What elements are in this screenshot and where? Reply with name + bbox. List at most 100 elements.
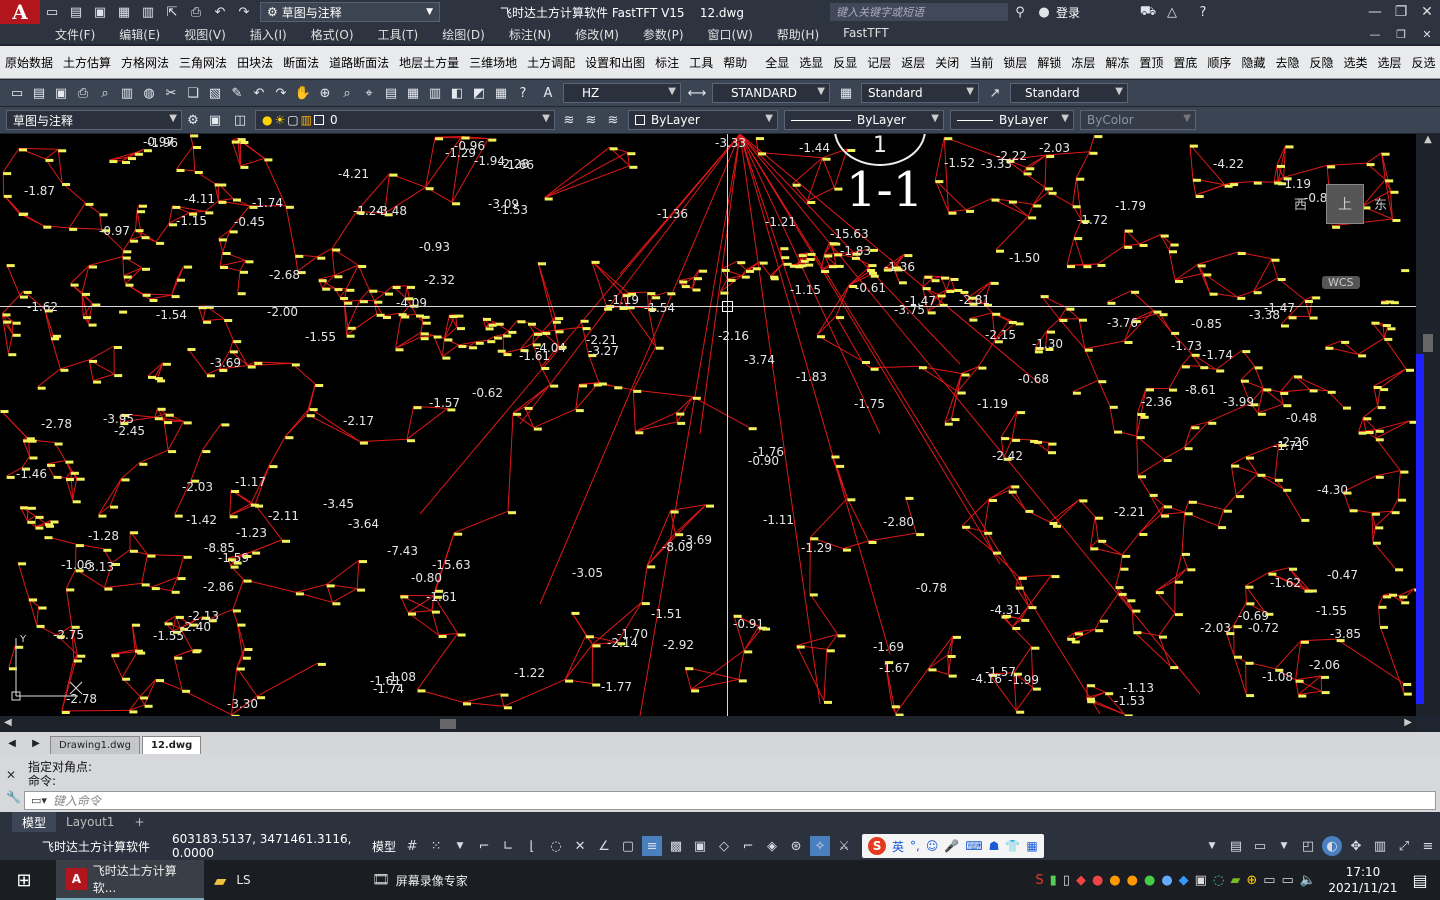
fasttft-command-4[interactable]: 田块法 [232,54,278,71]
snap-icon[interactable]: ⁙ [426,836,446,856]
text-style-combo[interactable]: HZ ▼ [563,83,681,103]
menu-item-7[interactable]: 标注(N) [497,26,563,43]
layout-tab-0[interactable]: 模型 [12,812,57,832]
layer-command-8[interactable]: 解锁 [1032,54,1066,71]
layer-command-16[interactable]: 反隐 [1304,54,1338,71]
toolbox-icon[interactable]: ▦ [1026,839,1037,853]
taskbar-app-recorder[interactable]: 🎞 屏幕录像专家 [362,860,522,900]
paste-icon[interactable]: ▧ [205,83,225,103]
auto-scale-icon[interactable]: ✧ [810,836,831,856]
print-icon[interactable]: ⎙ [187,3,205,21]
pan-icon[interactable]: ✋ [293,83,313,103]
layer-command-19[interactable]: 反选 [1407,54,1440,71]
calculator-icon[interactable]: ▦ [491,83,511,103]
command-input[interactable]: ▭▾ 键入命令 [24,791,1436,810]
globe-icon[interactable]: ◍ [139,83,159,103]
start-button[interactable]: ⊞ [0,860,48,900]
microphone-icon[interactable]: 🎤 [944,839,959,853]
preview-icon[interactable]: ⌕ [95,83,115,103]
isodraft-icon[interactable]: ✕ [570,836,590,856]
close-button[interactable]: ✕ [1414,4,1440,20]
layer-command-1[interactable]: 选显 [794,54,828,71]
menu-item-9[interactable]: 参数(P) [631,26,696,43]
drawing-canvas[interactable]: -0.85 -1.96 -3.38 -3.85 -1.61 -1.59 -3.27 -15.6… [0,134,1416,716]
fasttft-command-10[interactable]: 设置和出图 [580,54,650,71]
redo-icon[interactable]: ↷ [271,83,291,103]
annotation-visibility-icon[interactable]: ⊛ [786,836,806,856]
wechat-icon[interactable]: ● [1144,873,1155,888]
layer-command-13[interactable]: 顺序 [1202,54,1236,71]
object-snap-tracking-icon[interactable]: ∠ [594,836,614,856]
layer-command-15[interactable]: 去隐 [1270,54,1304,71]
tab-scroll-right-icon[interactable]: ▶ [27,734,45,752]
selection-cycling-icon[interactable]: ▣ [690,836,710,856]
network-icon[interactable]: ▭ [1282,873,1294,888]
menu-item-0[interactable]: 文件(F) [43,26,107,43]
help-icon[interactable]: ? [1194,3,1212,21]
chevron-down-icon[interactable]: ▼ [450,836,470,856]
menu-item-5[interactable]: 工具(T) [366,26,431,43]
workspace-switch-icon[interactable]: ▭ [1250,836,1270,856]
layer-command-17[interactable]: 选类 [1338,54,1372,71]
plot-icon[interactable]: ⎙ [73,83,93,103]
chevron-down-icon[interactable]: ▼ [1202,836,1222,856]
emoji-icon[interactable]: ☺ [926,839,939,853]
menu-item-3[interactable]: 插入(I) [238,26,299,43]
menu-item-8[interactable]: 修改(M) [563,26,631,43]
search-input[interactable]: 键入关键字或短语 [830,3,1008,21]
gear-icon[interactable]: ⚙ [183,110,203,130]
new-icon[interactable]: ▭ [7,83,27,103]
layer-command-2[interactable]: 反显 [828,54,862,71]
menu-item-11[interactable]: 帮助(H) [765,26,831,43]
new-file-icon[interactable]: ▭ [43,3,61,21]
layer-state-icon[interactable]: ≋ [603,110,623,130]
mleader-style-combo[interactable]: Standard ▼ [1010,83,1128,103]
layer-command-7[interactable]: 锁层 [998,54,1032,71]
sheet-set-icon[interactable]: ◧ [447,83,467,103]
fasttft-command-12[interactable]: 工具 [684,54,718,71]
plus-icon[interactable]: ⊕ [1246,873,1257,888]
fasttft-command-9[interactable]: 土方调配 [522,54,580,71]
table-style-combo[interactable]: Standard ▼ [861,83,979,103]
ime-toolbar[interactable]: S 英 °, ☺ 🎤 ⌨ ☗ 👕 ▦ [862,834,1044,858]
quick-properties-icon[interactable]: ▤ [1226,836,1246,856]
vertical-scrollbar[interactable]: ▲ [1416,134,1440,716]
scroll-right-arrow[interactable]: ▶ [1404,717,1412,728]
battery-icon[interactable]: ▮ [1050,873,1057,888]
ucs-toggle-icon[interactable]: ⌐ [738,836,758,856]
layer-command-4[interactable]: 返层 [896,54,930,71]
restore-button[interactable]: ❐ [1388,4,1414,20]
notification-icon[interactable]: ▤ [1400,871,1440,890]
lineweight-icon[interactable]: ≡ [642,836,663,856]
app-logo[interactable]: A [0,0,40,24]
layer-command-11[interactable]: 置顶 [1134,54,1168,71]
sogou-tray-icon[interactable]: S [1035,873,1043,888]
menu-item-10[interactable]: 窗口(W) [696,26,765,43]
open-file-icon[interactable]: ▤ [67,3,85,21]
zoom-window-icon[interactable]: ⌕ [337,83,357,103]
ime-language[interactable]: 英 [892,838,904,855]
layer-command-18[interactable]: 选层 [1373,54,1407,71]
scroll-left-arrow[interactable]: ◀ [4,717,12,728]
layer-command-5[interactable]: 关闭 [930,54,964,71]
object-snap-icon[interactable]: ▢ [618,836,638,856]
ortho-icon[interactable]: ⌊ [522,836,542,856]
menu-item-4[interactable]: 格式(O) [299,26,366,43]
command-prompt-icon[interactable]: ▭▾ [31,794,47,807]
fasttft-command-13[interactable]: 帮助 [718,54,752,71]
keyboard-icon[interactable]: ⌨ [965,839,982,853]
gizmo-icon[interactable]: ◈ [762,836,782,856]
isolate-icon[interactable]: ◰ [1298,836,1318,856]
workspace-combo[interactable]: 草图与注释 ▼ [6,110,182,130]
menu-item-12[interactable]: FastTFT [831,26,900,43]
menu-item-6[interactable]: 绘图(D) [430,26,497,43]
design-center-icon[interactable]: ▦ [403,83,423,103]
chevron-down-icon[interactable]: ▼ [1274,836,1294,856]
open-icon[interactable]: ▤ [29,83,49,103]
model-space-button[interactable]: 模型 [372,838,396,855]
taskbar-app-folder[interactable]: ▰ LS [204,860,354,900]
doc-minimize-button[interactable]: — [1362,28,1388,41]
lock-ui-icon[interactable]: ▥ [1370,836,1390,856]
wcs-button[interactable]: WCS [1322,276,1360,289]
copy-icon[interactable]: ❏ [183,83,203,103]
